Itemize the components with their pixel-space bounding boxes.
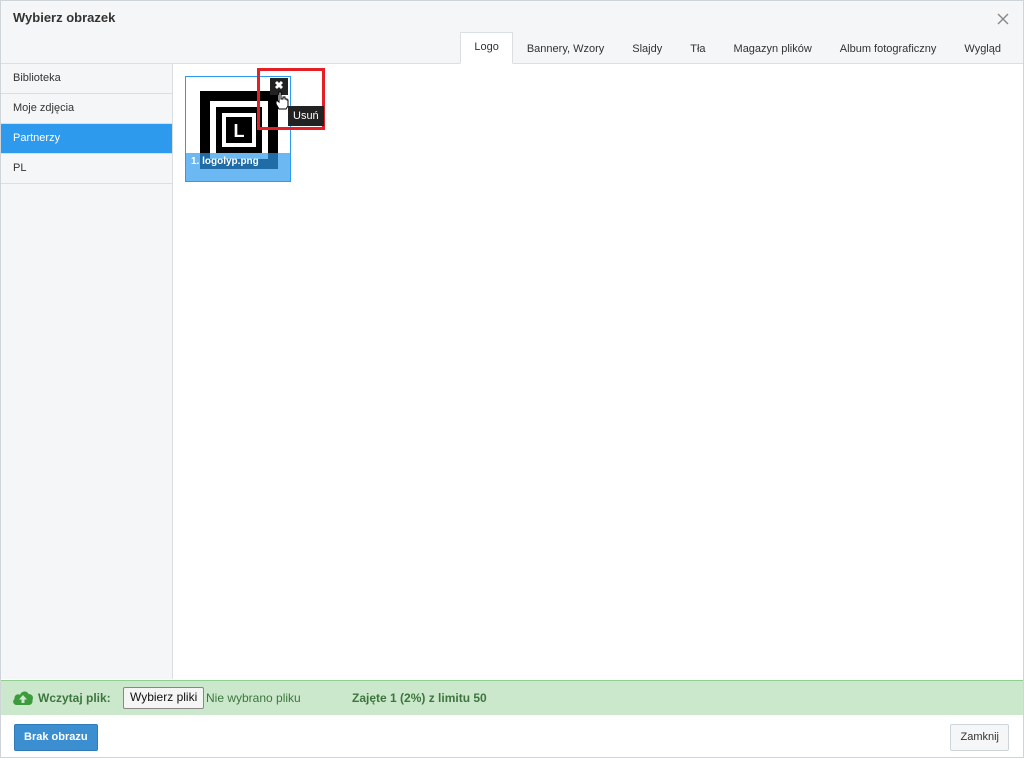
upload-bar: Wczytaj plik: Wybierz pliki Nie wybrano … [1,680,1023,716]
gallery-area: L 1. logolyp.png ✖ Usuń [173,64,1023,679]
dialog-footer: Brak obrazu Zamknij [1,715,1023,757]
thumbnail-caption: 1. logolyp.png [186,153,290,181]
tab-magazyn-plikow[interactable]: Magazyn plików [720,34,826,64]
sidebar-item-biblioteka[interactable]: Biblioteka [1,64,172,94]
tab-logo[interactable]: Logo [460,32,513,64]
cloud-upload-icon [13,691,34,705]
delete-tooltip: Usuń [288,106,324,126]
close-icon[interactable] [995,11,1011,27]
tab-tla[interactable]: Tła [676,34,719,64]
tab-wyglad[interactable]: Wygląd [950,34,1015,64]
sidebar-item-moje-zdjecia[interactable]: Moje zdjęcia [1,94,172,124]
usage-text: Zajęte 1 (2%) z limitu 50 [352,691,487,705]
image-picker-dialog: Wybierz obrazek Logo Bannery, Wzory Slaj… [0,0,1024,758]
sidebar-item-pl[interactable]: PL [1,154,172,184]
tab-slajdy[interactable]: Slajdy [618,34,676,64]
upload-label: Wczytaj plik: [38,691,111,705]
tab-album-fotograficzny[interactable]: Album fotograficzny [826,34,951,64]
dialog-header: Wybierz obrazek Logo Bannery, Wzory Slaj… [1,1,1023,64]
tab-bannery-wzory[interactable]: Bannery, Wzory [513,34,618,64]
dialog-title: Wybierz obrazek [13,10,116,25]
choose-files-button[interactable]: Wybierz pliki [123,687,205,709]
file-status-text: Nie wybrano pliku [206,691,301,705]
tab-bar: Logo Bannery, Wzory Slajdy Tła Magazyn p… [460,32,1015,64]
sidebar-item-partnerzy[interactable]: Partnerzy [1,124,172,154]
close-button[interactable]: Zamknij [950,724,1009,751]
no-image-button[interactable]: Brak obrazu [14,724,98,751]
logo-letter: L [234,121,245,141]
sidebar: Biblioteka Moje zdjęcia Partnerzy PL [1,64,173,679]
